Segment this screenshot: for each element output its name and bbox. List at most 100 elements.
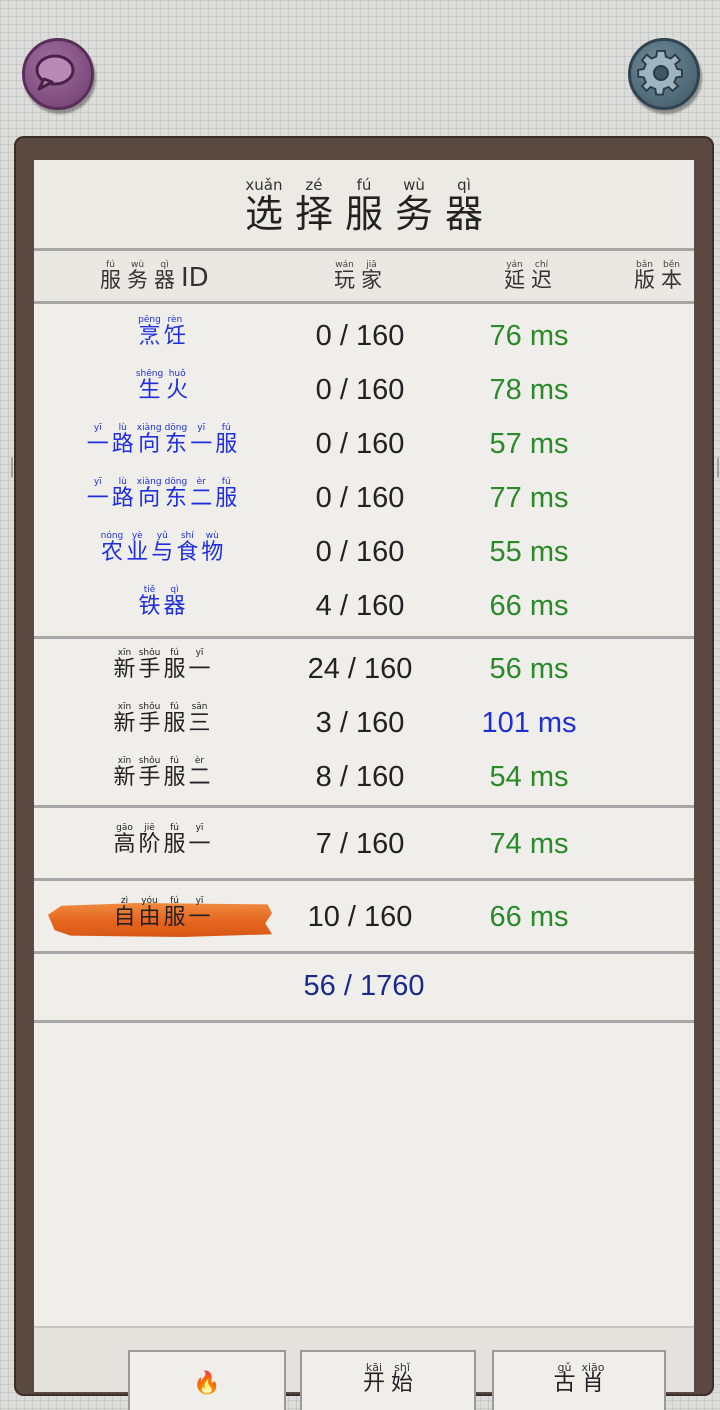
hanzi: 家 xyxy=(361,268,382,292)
hanzi: 手 xyxy=(138,657,161,682)
hanzi: 服 xyxy=(163,832,186,857)
hanzi: 一 xyxy=(188,832,211,857)
ruby-char: shǒu 手 xyxy=(138,703,160,735)
hanzi: 一 xyxy=(86,486,109,511)
server-row[interactable]: xīn 新 shǒu 手 fú 服 sān 三 3 / 160 101 ms xyxy=(34,695,694,749)
ping-value: 77 ms xyxy=(489,482,569,514)
header-id-suffix: ID xyxy=(181,263,209,293)
ping-value: 66 ms xyxy=(489,590,569,622)
ruby-char: yī 一 xyxy=(189,649,211,681)
pinyin: zé xyxy=(305,176,323,194)
hanzi: 农 xyxy=(100,540,123,565)
server-name: gāo 高 jiē 阶 fú 服 yī 一 xyxy=(34,824,290,856)
hanzi: 三 xyxy=(188,711,211,736)
ruby-char: èr 二 xyxy=(189,757,211,789)
ping-value: 76 ms xyxy=(489,320,569,352)
ruby-char: shēng 生 xyxy=(136,370,163,402)
ping-value: 57 ms xyxy=(489,428,569,460)
bottom-button-start[interactable]: kāi 开 shǐ 始 xyxy=(300,1350,476,1410)
hanzi: 向 xyxy=(138,432,161,457)
ruby-char: zé 择 xyxy=(295,176,333,234)
bottom-button-fire[interactable]: 🔥 xyxy=(128,1350,286,1410)
ping-value: 55 ms xyxy=(489,536,569,568)
server-name: shēng 生 huǒ 火 xyxy=(34,370,290,402)
hanzi: 玩 xyxy=(334,268,355,292)
player-count: 0 / 160 xyxy=(315,536,405,568)
server-row[interactable]: tiě 铁 qì 器 4 / 160 66 ms xyxy=(34,578,694,632)
server-row[interactable]: xīn 新 shǒu 手 fú 服 èr 二 8 / 160 54 ms xyxy=(34,749,694,803)
server-row[interactable]: shēng 生 huǒ 火 0 / 160 78 ms xyxy=(34,362,694,416)
server-select-panel: xuǎn 选 zé 择 fú 服 wù 务 qì 器 fú 服 wù 务 qì 器 ID wán 玩 jiā 家 y… xyxy=(34,160,694,1410)
ruby-char: fú 服 xyxy=(164,824,186,856)
server-group: pēng 烹 rèn 饪 0 / 160 76 ms shēng 生 huǒ 火 0 / 160 78… xyxy=(34,304,694,639)
server-row[interactable]: pēng 烹 rèn 饪 0 / 160 76 ms xyxy=(34,308,694,362)
ruby-char: yè 业 xyxy=(126,532,148,564)
total-divider xyxy=(34,1020,694,1023)
server-row[interactable]: yī 一 lù 路 xiàng 向 dōng 东 yī 一 fú 服 0 / 160 57 ms xyxy=(34,416,694,470)
ruby-char: xuǎn 选 xyxy=(245,176,283,234)
server-row[interactable]: nóng 农 yè 业 yǔ 与 shí 食 wù 物 0 / 160 55 ms xyxy=(34,524,694,578)
hanzi: 务 xyxy=(127,268,148,292)
hanzi: 二 xyxy=(190,486,213,511)
ruby-char: shǐ 始 xyxy=(391,1362,413,1395)
server-name: xīn 新 shǒu 手 fú 服 sān 三 xyxy=(34,703,290,735)
server-row[interactable]: gāo 高 jiē 阶 fú 服 yī 一 7 / 160 74 ms xyxy=(34,816,694,870)
ruby-char: bǎn 版 xyxy=(634,261,655,291)
player-count: 0 / 160 xyxy=(315,428,405,460)
ruby-char: qì 器 xyxy=(164,586,186,618)
ruby-char: yī 一 xyxy=(189,897,211,929)
ruby-char: dōng 东 xyxy=(165,478,188,510)
player-count: 24 / 160 xyxy=(307,653,413,685)
ruby-char: yán 延 xyxy=(504,261,525,291)
title-bar: xuǎn 选 zé 择 fú 服 wù 务 qì 器 xyxy=(34,160,694,251)
ruby-char: xiàng 向 xyxy=(137,424,162,456)
hanzi: 由 xyxy=(138,905,161,930)
ruby-char: pēng 烹 xyxy=(138,316,161,348)
hanzi: 古 xyxy=(553,1371,576,1396)
player-count: 10 / 160 xyxy=(307,901,413,933)
ping-value: 56 ms xyxy=(489,653,569,685)
hanzi: 器 xyxy=(163,594,186,619)
hanzi: 服 xyxy=(100,268,121,292)
ruby-char: 🔥 xyxy=(193,1362,220,1395)
bottom-button-third[interactable]: gǔ 古 xiāo 肖 xyxy=(492,1350,666,1410)
ruby-char: xīn 新 xyxy=(113,703,135,735)
ruby-char: qì 器 xyxy=(445,178,483,234)
server-name: nóng 农 yè 业 yǔ 与 shí 食 wù 物 xyxy=(34,532,290,564)
pinyin: xuǎn xyxy=(245,176,283,194)
chat-bubble-icon xyxy=(35,54,75,91)
ruby-char: jiā 家 xyxy=(361,261,382,291)
ruby-char: kāi 开 xyxy=(363,1362,385,1395)
ruby-char: dōng 东 xyxy=(165,424,188,456)
ruby-char: yī 一 xyxy=(190,424,212,456)
ruby-char: xiàng 向 xyxy=(137,478,162,510)
hanzi: 烹 xyxy=(138,324,161,349)
hanzi: 二 xyxy=(188,765,211,790)
hanzi: 手 xyxy=(138,765,161,790)
hanzi: 服 xyxy=(163,711,186,736)
hanzi: 物 xyxy=(201,540,224,565)
hanzi: 饪 xyxy=(163,324,186,349)
ruby-char: jiē 阶 xyxy=(138,824,160,856)
server-row[interactable]: xīn 新 shǒu 手 fú 服 yī 一 24 / 160 56 ms xyxy=(34,641,694,695)
ruby-char: fú 服 xyxy=(345,178,383,234)
ruby-char: lù 路 xyxy=(112,478,134,510)
server-row[interactable]: yī 一 lù 路 xiàng 向 dōng 东 èr 二 fú 服 0 / 160 77 ms xyxy=(34,470,694,524)
settings-button[interactable] xyxy=(628,38,700,110)
hanzi: 服 xyxy=(215,432,238,457)
hanzi: 一 xyxy=(188,905,211,930)
ruby-char: fú 服 xyxy=(164,897,186,929)
ruby-char: wù 物 xyxy=(201,532,223,564)
ruby-char: fú 服 xyxy=(215,424,237,456)
hanzi: 东 xyxy=(164,432,187,457)
ruby-char: èr 二 xyxy=(190,478,212,510)
hanzi: 服 xyxy=(215,486,238,511)
header-ping: yán 延 chí 迟 xyxy=(504,261,552,291)
player-count: 4 / 160 xyxy=(315,590,405,622)
ruby-char: gǔ 古 xyxy=(553,1362,575,1395)
chat-button[interactable] xyxy=(22,38,94,110)
ping-value: 74 ms xyxy=(489,828,569,860)
hanzi: 路 xyxy=(111,432,134,457)
page-title: xuǎn 选 zé 择 fú 服 wù 务 qì 器 xyxy=(34,176,694,234)
server-row[interactable]: zì 自 yóu 由 fú 服 yī 一 10 / 160 66 ms xyxy=(34,889,694,943)
